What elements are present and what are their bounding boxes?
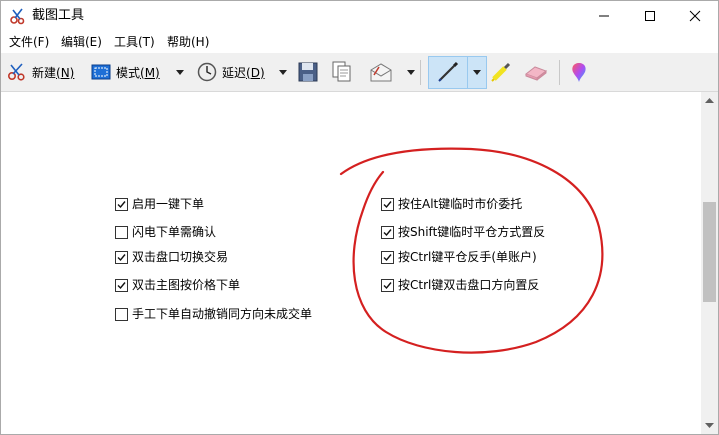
maximize-icon (645, 11, 655, 21)
delay-dropdown[interactable] (276, 57, 290, 87)
delay-button[interactable]: 延迟(D) (197, 57, 265, 87)
pen-dropdown[interactable] (470, 57, 484, 87)
dropdown-arrow-icon (176, 69, 184, 75)
menu-bar: 文件(F) 编辑(E) 工具(T) 帮助(H) (1, 31, 718, 53)
dropdown-arrow-icon (279, 69, 287, 75)
copy-button[interactable] (332, 57, 352, 87)
eraser-tool[interactable] (523, 57, 549, 87)
mode-label: 模式 (116, 65, 141, 80)
dropdown-arrow-icon (473, 69, 481, 75)
eraser-icon (524, 66, 548, 81)
minimize-button[interactable] (581, 1, 627, 31)
scroll-thumb[interactable] (703, 202, 716, 302)
highlighter-icon (491, 62, 511, 82)
mode-dropdown[interactable] (173, 57, 187, 87)
new-shortcut: (N) (56, 65, 75, 80)
snipping-tool-window: 截图工具 文件(F) 编辑(E) 工具(T) 帮助(H) 新建(N) 模式(M)… (0, 0, 719, 435)
close-button[interactable] (672, 1, 718, 31)
vertical-scrollbar[interactable] (701, 92, 718, 434)
window-title: 截图工具 (32, 8, 85, 23)
pen-tool[interactable] (437, 57, 459, 87)
save-button[interactable] (298, 57, 318, 87)
menu-file[interactable]: 文件(F) (9, 34, 49, 50)
paint3d-button[interactable] (569, 57, 589, 87)
new-label: 新建 (32, 65, 57, 80)
clock-icon (197, 62, 217, 82)
mode-button[interactable]: 模式(M) (91, 57, 160, 87)
send-dropdown[interactable] (404, 57, 418, 87)
delay-label: 延迟 (222, 65, 247, 80)
menu-edit[interactable]: 编辑(E) (61, 34, 102, 50)
close-icon (689, 10, 701, 22)
toolbar-separator (420, 60, 421, 85)
dropdown-arrow-icon (407, 69, 415, 75)
rectangle-snip-icon (91, 64, 111, 80)
up-arrow-icon (705, 98, 714, 103)
toolbar: 新建(N) 模式(M) 延迟(D) (1, 53, 718, 92)
paint3d-icon (572, 63, 586, 82)
red-pen-annotation (339, 147, 604, 354)
title-bar: 截图工具 (1, 1, 718, 31)
menu-help[interactable]: 帮助(H) (167, 34, 209, 50)
scissors-app-icon (10, 8, 25, 25)
highlighter-tool[interactable] (490, 57, 512, 87)
send-snip-button[interactable] (369, 57, 393, 87)
down-arrow-icon (705, 423, 714, 428)
mode-shortcut: (M) (140, 65, 160, 80)
save-icon (298, 62, 318, 82)
scissors-icon (7, 63, 25, 81)
snip-canvas: 启用一键下单 闪电下单需确认 双击盘口切换交易 双击主图按价格下单 手工下单自动撤销同方… (1, 92, 701, 434)
envelope-icon (370, 63, 392, 82)
pen-split-divider (467, 56, 468, 89)
maximize-button[interactable] (627, 1, 673, 31)
minimize-icon (599, 15, 609, 17)
toolbar-separator (559, 60, 560, 85)
menu-tools[interactable]: 工具(T) (114, 34, 155, 50)
new-snip-button[interactable]: 新建(N) (7, 57, 74, 87)
copy-icon (332, 61, 351, 82)
pen-icon (438, 61, 459, 82)
scroll-down-button[interactable] (701, 417, 718, 434)
delay-shortcut: (D) (246, 65, 265, 80)
scroll-up-button[interactable] (701, 92, 718, 109)
